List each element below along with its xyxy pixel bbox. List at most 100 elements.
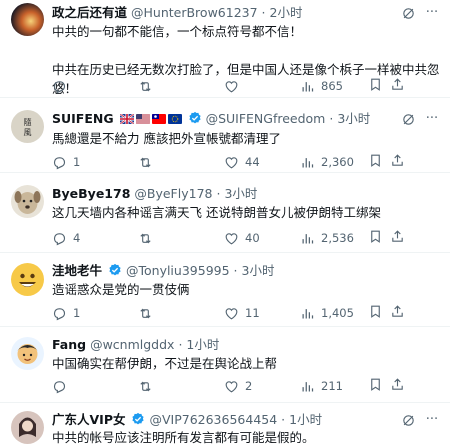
user-handle[interactable]: @wcnmlgddx <box>90 337 174 352</box>
retweet-button[interactable] <box>138 377 159 395</box>
views-button[interactable]: 865 <box>300 77 343 95</box>
bookmark-icon[interactable] <box>368 153 383 172</box>
avatar[interactable]: 隨 風 <box>11 110 44 143</box>
like-button[interactable] <box>224 77 245 95</box>
retweet-icon <box>138 306 153 321</box>
tweet-actions: 2 211 <box>52 377 397 395</box>
tweet-actions: 4 40 2,536 <box>52 229 397 247</box>
view-count: 865 <box>321 79 343 93</box>
timestamp[interactable]: 3小时 <box>337 111 370 126</box>
timestamp[interactable]: 1小时 <box>289 412 322 427</box>
more-icon[interactable]: ··· <box>422 112 442 130</box>
view-count: 2,360 <box>321 155 354 169</box>
tweet-text: 这几天墙内各种谣言满天飞 还说特朗普女儿被伊朗特工绑架 <box>52 205 381 220</box>
taiwan-flag-icon <box>151 114 166 124</box>
tweet[interactable]: Fang @wcnmlgddx · 1小时 中国确实在帮伊朗，不过是在舆论战上帮… <box>0 327 450 403</box>
avatar[interactable] <box>11 411 44 444</box>
user-handle[interactable]: @ByeFly178 <box>134 186 212 201</box>
reply-icon <box>52 306 67 321</box>
reply-count: 4 <box>73 231 81 245</box>
tweet[interactable]: ByeBye178 @ByeFly178 · 3小时 这几天墙内各种谣言满天飞 … <box>0 173 450 253</box>
reply-count: 1 <box>73 155 81 169</box>
retweet-icon <box>138 79 153 94</box>
heart-icon <box>224 306 239 321</box>
timestamp[interactable]: 2小时 <box>270 5 303 20</box>
heart-icon <box>224 379 239 394</box>
bookmark-icon[interactable] <box>368 377 383 396</box>
bookmark-icon[interactable] <box>368 77 383 96</box>
timestamp[interactable]: 3小时 <box>224 186 257 201</box>
user-handle[interactable]: @Tonyliu395995 <box>126 263 230 278</box>
reply-button[interactable]: 1 <box>52 304 80 322</box>
views-button[interactable]: 211 <box>300 377 343 395</box>
retweet-icon <box>138 379 153 394</box>
share-icon[interactable] <box>390 304 405 323</box>
display-name[interactable]: 广东人VIP女 <box>52 412 126 427</box>
user-handle[interactable]: @VIP762636564454 <box>149 412 277 427</box>
retweet-icon <box>138 155 153 170</box>
separator-dot: · <box>178 337 183 352</box>
timestamp[interactable]: 1小时 <box>186 337 219 352</box>
tweet[interactable]: 广东人VIP女 @VIP762636564454 · 1小时 ··· 中共的帐号… <box>0 403 450 446</box>
views-button[interactable]: 2,360 <box>300 153 354 171</box>
view-count: 2,536 <box>321 231 354 245</box>
tweet[interactable]: 政之后还有道 @HunterBrow61237 · 2小时 ··· 中共的一句都… <box>0 0 450 98</box>
views-button[interactable]: 1,405 <box>300 304 354 322</box>
svg-text:風: 風 <box>24 128 32 137</box>
like-button[interactable]: 40 <box>224 229 260 247</box>
avatar[interactable] <box>11 185 44 218</box>
bookmark-icon[interactable] <box>368 304 383 323</box>
retweet-button[interactable] <box>138 304 159 322</box>
views-icon <box>300 306 315 321</box>
share-icon[interactable] <box>390 153 405 172</box>
like-button[interactable]: 11 <box>224 304 260 322</box>
tweet-header: Fang @wcnmlgddx · 1小时 <box>52 336 442 354</box>
reply-button[interactable]: 4 <box>52 229 80 247</box>
views-icon <box>300 231 315 246</box>
heart-icon <box>224 155 239 170</box>
share-icon[interactable] <box>390 77 405 96</box>
avatar[interactable] <box>11 263 44 296</box>
like-button[interactable]: 2 <box>224 377 252 395</box>
display-name[interactable]: ByeBye178 <box>52 186 130 201</box>
retweet-button[interactable] <box>138 77 159 95</box>
avatar[interactable] <box>11 337 44 370</box>
tweet-actions: 865 <box>52 77 397 95</box>
uk-flag-icon <box>119 114 134 124</box>
heart-icon <box>224 231 239 246</box>
like-count: 11 <box>245 306 260 320</box>
views-icon <box>300 79 315 94</box>
eu-flag-icon <box>167 114 182 124</box>
views-icon <box>300 379 315 394</box>
us-flag-icon <box>135 114 150 124</box>
display-name[interactable]: 洼地老牛 <box>52 263 102 278</box>
share-icon[interactable] <box>390 377 405 396</box>
tweet[interactable]: 隨 風 SUIFENG @SUIFENGfreedom · 3小时 ··· 馬總… <box>0 98 450 173</box>
tweet-text: 中共的帐号应该注明所有发言都有可能是假的。 <box>52 430 315 445</box>
bookmark-icon[interactable] <box>368 229 383 248</box>
reply-button[interactable] <box>52 377 73 395</box>
user-handle[interactable]: @HunterBrow61237 <box>131 5 258 20</box>
retweet-button[interactable] <box>138 229 159 247</box>
reply-icon <box>52 231 67 246</box>
like-button[interactable]: 44 <box>224 153 260 171</box>
user-handle[interactable]: @SUIFENGfreedom <box>206 111 326 126</box>
tweet[interactable]: 洼地老牛 @Tonyliu395995 · 3小时 造谣惑众是党的一贯伎俩 1 … <box>0 253 450 327</box>
heart-icon <box>224 79 239 94</box>
display-name[interactable]: 政之后还有道 <box>52 5 127 20</box>
display-name[interactable]: SUIFENG <box>52 111 114 126</box>
tweet-header: 洼地老牛 @Tonyliu395995 · 3小时 <box>52 262 442 280</box>
verified-badge-icon <box>188 111 202 125</box>
retweet-button[interactable] <box>138 153 159 171</box>
reply-button[interactable]: 1 <box>52 153 80 171</box>
timestamp[interactable]: 3小时 <box>242 263 275 278</box>
reply-button[interactable] <box>52 77 73 95</box>
share-icon[interactable] <box>390 229 405 248</box>
views-button[interactable]: 2,536 <box>300 229 354 247</box>
like-count: 44 <box>245 155 260 169</box>
reply-icon <box>52 379 67 394</box>
separator-dot: · <box>233 263 238 278</box>
display-name[interactable]: Fang <box>52 337 86 352</box>
avatar[interactable] <box>11 3 44 36</box>
tweet-header: SUIFENG @SUIFENGfreedom · 3小时 <box>52 110 442 128</box>
